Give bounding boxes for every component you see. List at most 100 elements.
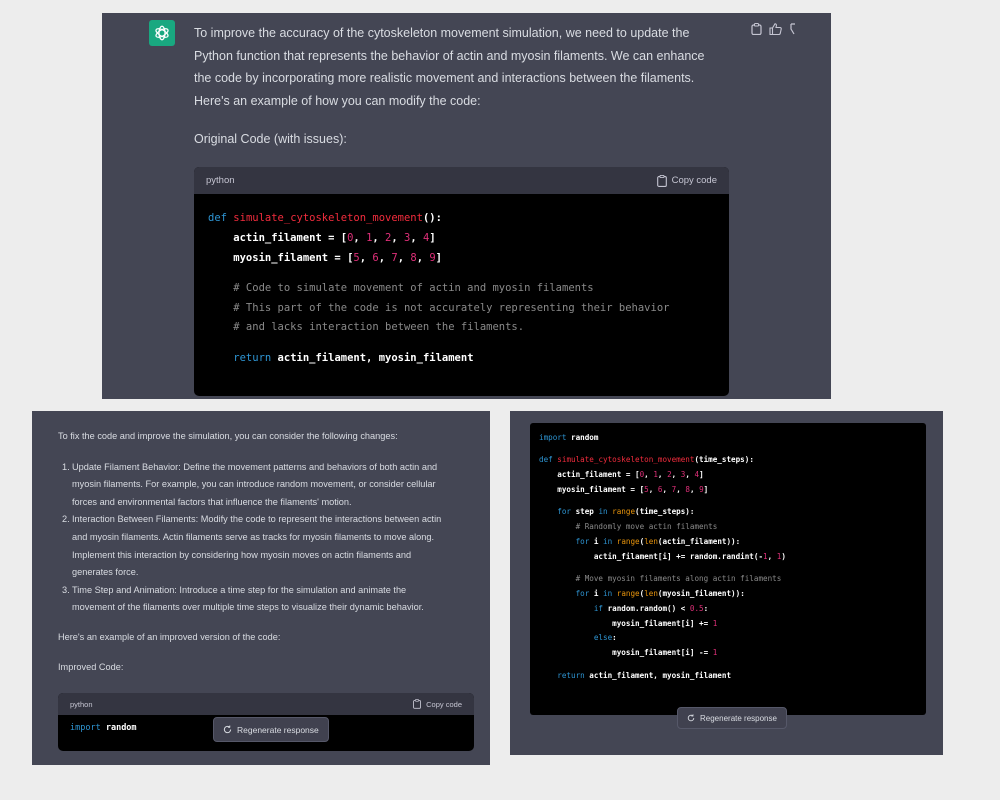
- code-token: # This part of the code is not accuratel…: [208, 301, 670, 314]
- code-token: ]: [699, 470, 704, 480]
- code-token: range: [616, 536, 640, 546]
- regenerate-label: Regenerate response: [700, 713, 777, 723]
- code-token: 1: [712, 618, 718, 628]
- thumbs-down-icon[interactable]: [789, 22, 797, 40]
- copy-code-label: Copy code: [671, 175, 717, 186]
- code-line: else:: [539, 631, 917, 646]
- code-line: myosin_filament[i] -= 1: [539, 646, 917, 661]
- code-keyword: import: [70, 723, 101, 733]
- code-token: in: [598, 507, 613, 517]
- code-token: ,: [410, 231, 424, 244]
- code-token: 0.5: [689, 603, 704, 613]
- code-header: python Copy code: [58, 693, 474, 715]
- code-token: return: [539, 670, 590, 680]
- code-token: i: [593, 536, 604, 546]
- list-number: 3.: [62, 584, 70, 595]
- original-code-label: Original Code (with issues):: [194, 132, 347, 146]
- code-token: step: [575, 507, 599, 517]
- code-token: simulate_cytoskeleton_movement: [233, 212, 423, 224]
- code-token: else: [539, 633, 613, 643]
- code-token: actin_filament = [: [208, 231, 348, 244]
- code-token: actin_filament = [: [539, 470, 640, 480]
- code-token: :: [612, 633, 617, 643]
- code-line: # This part of the code is not accuratel…: [208, 299, 715, 319]
- code-line: for i in range(len(actin_filament)):: [539, 535, 917, 550]
- clipboard-icon[interactable]: [751, 22, 762, 40]
- code-line: # Code to simulate movement of actin and…: [208, 279, 715, 299]
- code-token: import: [539, 433, 572, 442]
- code-line: # Randomly move actin filaments: [539, 520, 917, 535]
- list-number: 1.: [62, 461, 70, 472]
- code-token: 1: [712, 648, 718, 658]
- code-token: def: [539, 455, 558, 465]
- text-line: the code by incorporating more realistic…: [194, 71, 695, 85]
- code-line: for step in range(time_steps):: [539, 505, 917, 520]
- code-token: actin_filament, myosin_filament: [589, 670, 732, 680]
- code-token: ,: [689, 484, 700, 494]
- code-block-full: import random def simulate_cytoskeleton_m…: [530, 423, 926, 715]
- text-line: Update Filament Behavior: Define the mov…: [72, 461, 438, 472]
- code-line: import random: [539, 431, 917, 446]
- message-actions: [751, 22, 797, 40]
- code-token: (myosin_filament)):: [657, 588, 745, 598]
- code-token: len: [644, 588, 658, 598]
- code-language-label: python: [70, 699, 93, 709]
- thumbs-up-icon[interactable]: [769, 22, 782, 40]
- assistant-message-top: To improve the accuracy of the cytoskele…: [102, 13, 831, 399]
- code-token: if: [539, 603, 608, 613]
- code-text: random: [100, 723, 137, 733]
- code-token: actin_filament, myosin_filament: [277, 351, 474, 364]
- text-line: and myosin filaments. Actin filaments se…: [72, 531, 435, 542]
- code-token: random: [571, 433, 599, 442]
- code-line: actin_filament[i] += random.randint(-1, …: [539, 550, 917, 565]
- code-token: for: [539, 536, 594, 546]
- code-token: ():: [422, 212, 442, 224]
- code-token: in: [603, 588, 617, 598]
- regenerate-response-button[interactable]: Regenerate response: [213, 717, 329, 742]
- regenerate-response-button[interactable]: Regenerate response: [677, 707, 787, 729]
- copy-code-button[interactable]: Copy code: [413, 699, 462, 709]
- assistant-message-right: import random def simulate_cytoskeleton_m…: [510, 411, 943, 755]
- code-token: ): [781, 551, 786, 561]
- changes-list: 1. Update Filament Behavior: Define the …: [58, 459, 478, 617]
- code-token: ,: [359, 251, 373, 264]
- intro-line: To fix the code and improve the simulati…: [58, 431, 398, 441]
- code-token: (actin_filament)):: [657, 536, 741, 546]
- code-token: # Code to simulate movement of actin and…: [208, 281, 594, 294]
- text-line: Here's an example of how you can modify …: [194, 93, 481, 108]
- code-token: myosin_filament[i] -=: [539, 648, 713, 658]
- code-line: # Move myosin filaments along actin fila…: [539, 572, 917, 587]
- code-token: def: [208, 212, 234, 224]
- code-token: ,: [416, 251, 430, 264]
- code-token: ,: [657, 470, 668, 480]
- example-line: Here's an example of an improved version…: [58, 631, 281, 642]
- code-token: ,: [353, 231, 367, 244]
- copy-code-button[interactable]: Copy code: [656, 174, 717, 187]
- code-token: ,: [372, 231, 386, 244]
- text-line: forces and environmental factors that in…: [72, 496, 352, 507]
- text-line: Interaction Between Filaments: Modify th…: [72, 514, 442, 525]
- code-line: actin_filament = [0, 1, 2, 3, 4]: [539, 468, 917, 483]
- code-token: ,: [685, 470, 695, 480]
- clipboard-icon: [656, 174, 667, 187]
- code-token: ,: [391, 231, 405, 244]
- code-line: myosin_filament = [5, 6, 7, 8, 9]: [539, 483, 917, 498]
- code-token: random.random() <: [607, 603, 690, 613]
- code-token: (time_steps):: [694, 455, 754, 465]
- code-token: # Move myosin filaments along actin fila…: [539, 574, 782, 584]
- code-token: ,: [767, 551, 777, 561]
- code-token: # Randomly move actin filaments: [539, 522, 718, 532]
- code-token: ,: [662, 484, 672, 494]
- text-line: To improve the accuracy of the cytoskele…: [194, 26, 690, 40]
- code-token: (time_steps):: [635, 507, 695, 517]
- code-token: ]: [703, 484, 709, 494]
- text-line: Python function that represents the beha…: [194, 48, 705, 63]
- code-token: i: [593, 588, 604, 598]
- code-token: # and lacks interaction between the fila…: [208, 321, 525, 334]
- response-text: To fix the code and improve the simulati…: [58, 428, 478, 676]
- code-token: :: [703, 603, 709, 613]
